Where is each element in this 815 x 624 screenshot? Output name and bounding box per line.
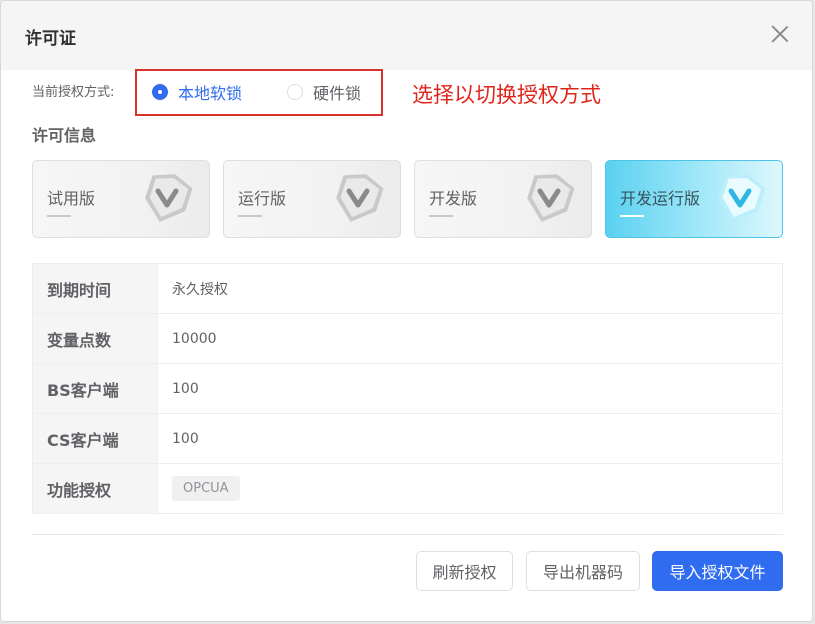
card-development[interactable]: 开发版 — [414, 160, 592, 238]
table-row: 功能授权 OPCUA — [32, 463, 783, 514]
table-row: 变量点数 10000 — [32, 313, 783, 364]
card-dev-runtime[interactable]: 开发运行版 — [605, 160, 783, 238]
row-value-cell: OPCUA — [157, 463, 783, 514]
row-key: CS客户端 — [32, 413, 158, 464]
row-value: 100 — [157, 363, 783, 414]
license-dialog: 许可证 当前授权方式: 本地软锁 硬件锁 选择以切换授权方式 许可信息 试用版 … — [0, 0, 813, 622]
card-trial[interactable]: 试用版 — [32, 160, 210, 238]
row-key: 功能授权 — [32, 463, 158, 514]
table-row: 到期时间 永久授权 — [32, 263, 783, 314]
auth-mode-annotation: 选择以切换授权方式 — [412, 83, 601, 107]
radio-unchecked-icon — [287, 84, 303, 100]
radio-label-local: 本地软锁 — [178, 84, 243, 103]
row-value: 100 — [157, 413, 783, 464]
card-underline — [238, 215, 262, 217]
card-title: 开发版 — [429, 189, 478, 208]
card-underline — [429, 215, 453, 217]
row-value: 永久授权 — [157, 263, 783, 314]
radio-checked-icon — [152, 84, 168, 100]
refresh-license-button[interactable]: 刷新授权 — [416, 551, 513, 591]
row-key: 到期时间 — [32, 263, 158, 314]
radio-label-hardware: 硬件锁 — [313, 84, 362, 103]
license-info-title: 许可信息 — [32, 126, 97, 145]
license-info-table: 到期时间 永久授权 变量点数 10000 BS客户端 100 CS客户端 100… — [32, 263, 783, 514]
table-row: CS客户端 100 — [32, 413, 783, 464]
v-badge-icon — [145, 174, 193, 222]
row-value: 10000 — [157, 313, 783, 364]
close-icon[interactable] — [769, 23, 791, 45]
feature-tag: OPCUA — [172, 476, 240, 501]
card-title: 试用版 — [47, 189, 96, 208]
auth-mode-label: 当前授权方式: — [32, 85, 115, 100]
import-license-file-button[interactable]: 导入授权文件 — [652, 551, 783, 591]
card-title: 运行版 — [238, 189, 287, 208]
dialog-header: 许可证 — [1, 1, 812, 70]
export-machine-code-button[interactable]: 导出机器码 — [526, 551, 640, 591]
footer-divider — [32, 534, 783, 535]
v-badge-icon — [336, 174, 384, 222]
radio-hardware-lock[interactable]: 硬件锁 — [287, 80, 361, 104]
card-underline — [620, 215, 644, 217]
card-runtime[interactable]: 运行版 — [223, 160, 401, 238]
v-badge-icon — [718, 174, 766, 222]
v-badge-icon — [527, 174, 575, 222]
radio-local-soft-lock[interactable]: 本地软锁 — [152, 80, 242, 104]
card-underline — [47, 215, 71, 217]
dialog-title: 许可证 — [25, 29, 76, 49]
row-key: 变量点数 — [32, 313, 158, 364]
card-title: 开发运行版 — [620, 189, 701, 208]
table-row: BS客户端 100 — [32, 363, 783, 414]
row-key: BS客户端 — [32, 363, 158, 414]
